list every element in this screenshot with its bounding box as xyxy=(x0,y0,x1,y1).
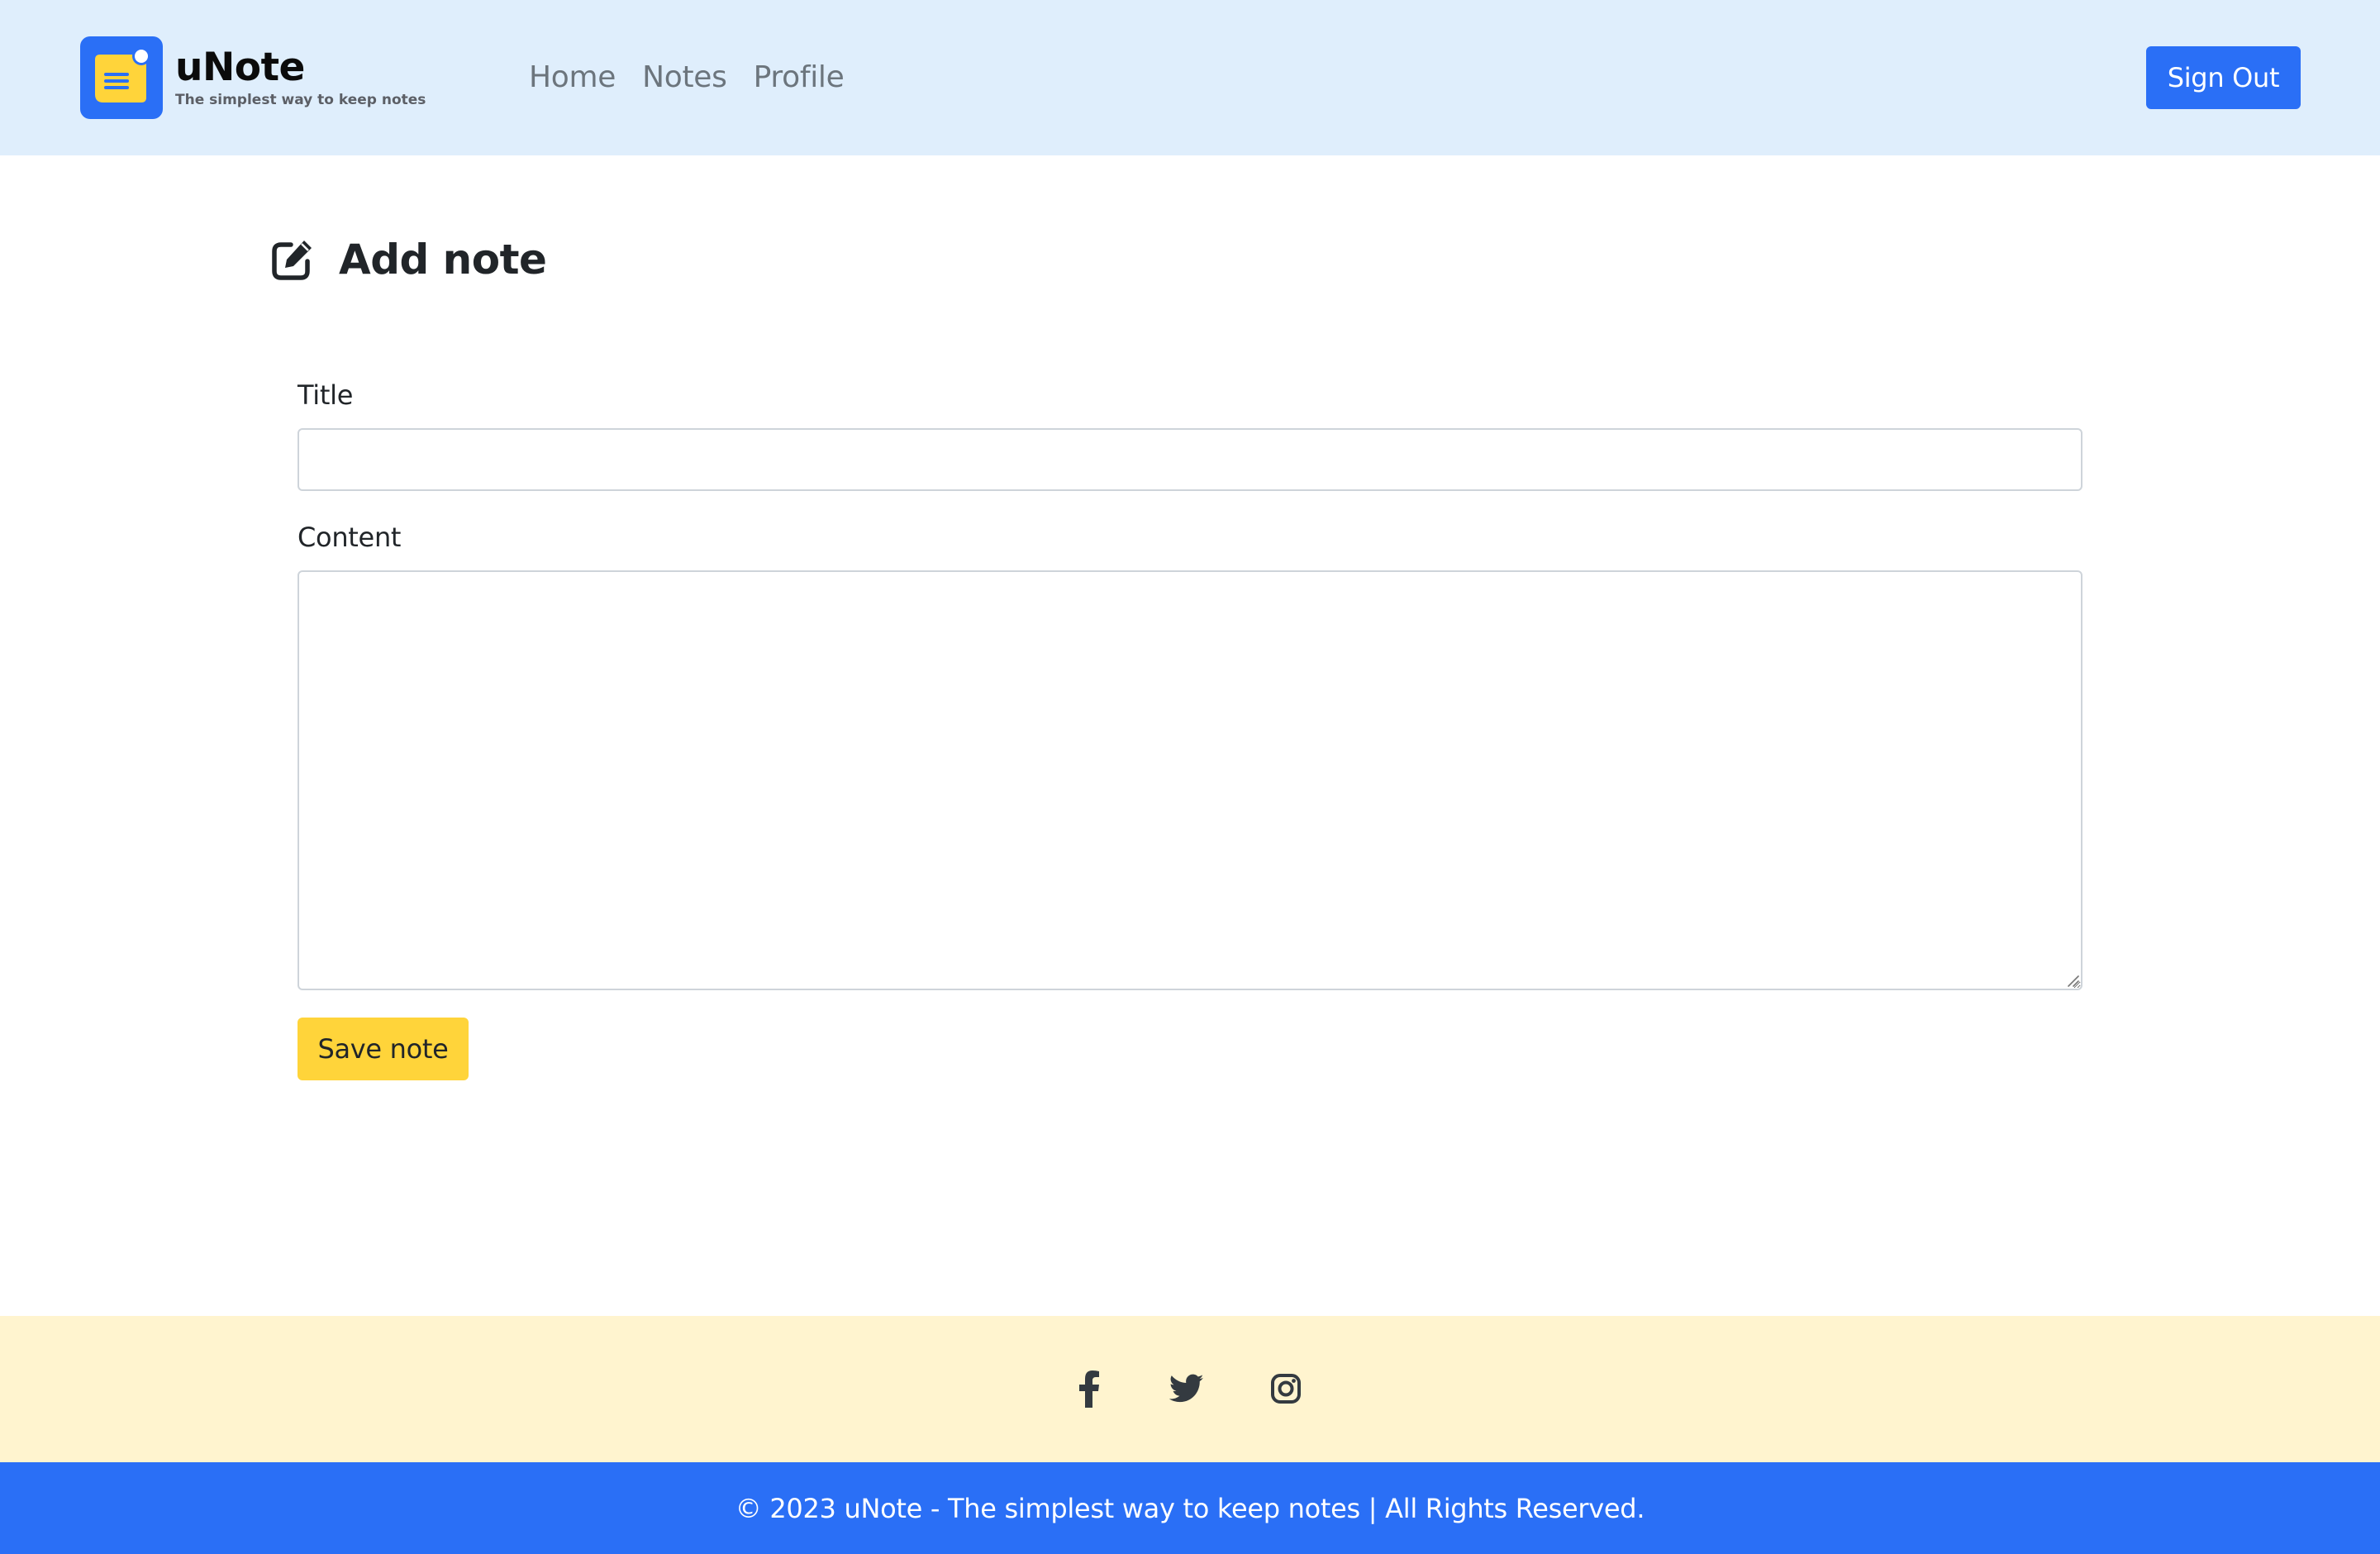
nav-profile[interactable]: Profile xyxy=(754,55,845,101)
brand-text: uNote The simplest way to keep notes xyxy=(175,46,426,109)
main-nav: Home Notes Profile xyxy=(529,55,845,101)
social-bar xyxy=(0,1316,2380,1462)
copyright-bar: © 2023 uNote - The simplest way to keep … xyxy=(0,1462,2380,1554)
facebook-icon[interactable] xyxy=(1074,1366,1104,1412)
content-textarea[interactable] xyxy=(298,570,2082,990)
instagram-icon[interactable] xyxy=(1268,1366,1304,1412)
title-input[interactable] xyxy=(298,428,2082,491)
sign-out-button[interactable]: Sign Out xyxy=(2146,46,2301,109)
page-heading: Add note xyxy=(271,233,547,286)
content-label: Content xyxy=(298,522,402,553)
nav-home[interactable]: Home xyxy=(529,55,616,101)
brand-link[interactable]: uNote The simplest way to keep notes xyxy=(80,36,426,119)
nav-notes[interactable]: Notes xyxy=(642,55,727,101)
save-note-button[interactable]: Save note xyxy=(298,1018,469,1080)
navbar: uNote The simplest way to keep notes Hom… xyxy=(0,0,2380,155)
resize-handle-icon[interactable] xyxy=(2066,974,2079,987)
sticky-note-logo-icon xyxy=(80,36,163,119)
brand-tagline: The simplest way to keep notes xyxy=(175,92,426,108)
copyright-text: © 2023 uNote - The simplest way to keep … xyxy=(735,1492,1645,1524)
brand-name: uNote xyxy=(175,45,305,90)
page-title: Add note xyxy=(339,236,547,284)
title-label: Title xyxy=(298,379,354,411)
twitter-icon[interactable] xyxy=(1165,1366,1208,1412)
edit-square-icon xyxy=(272,241,312,280)
